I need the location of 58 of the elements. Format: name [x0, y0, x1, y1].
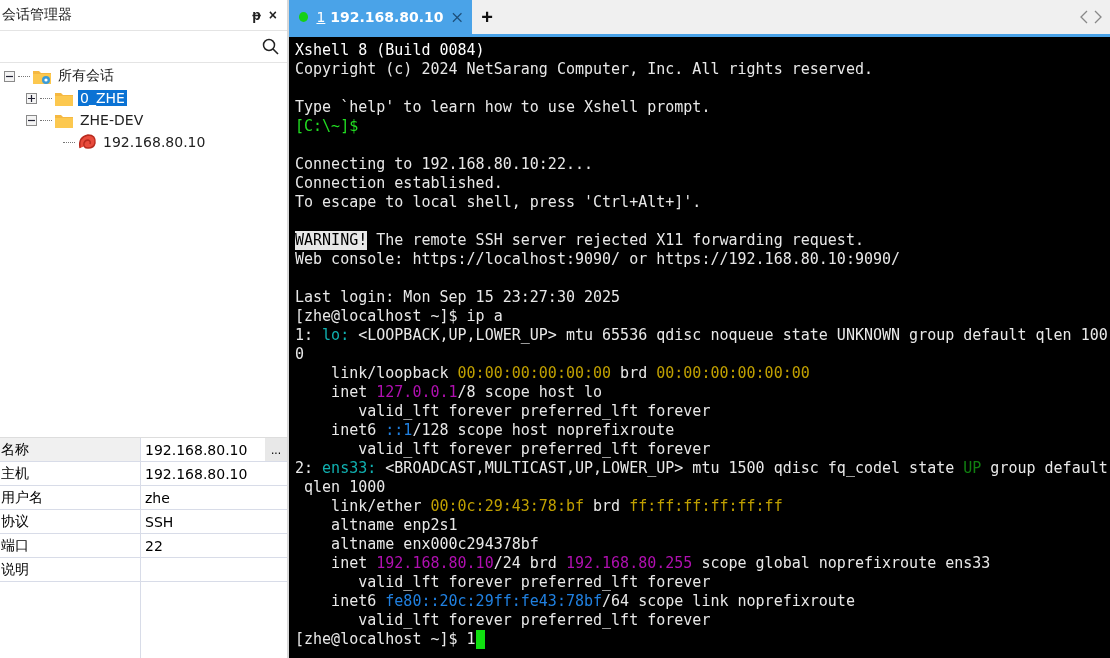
- terminal-line: qlen 1000: [303, 478, 386, 497]
- terminal-line: inet 192.168.80.10/24 brd 192.168.80.255 scope global noprefixroute ens33: [330, 554, 991, 573]
- terminal-line: valid_lft forever preferred_lft forever: [357, 573, 711, 592]
- close-button[interactable]: ×: [264, 7, 281, 23]
- property-value: 192.168.80.10: [141, 462, 287, 486]
- terminal-line: Type `help' to learn how to use Xshell prompt.: [295, 98, 711, 117]
- tree-item[interactable]: 0_ZHE: [78, 90, 127, 106]
- terminal-line: Last login: Mon Sep 15 23:27:30 2025: [295, 288, 621, 307]
- search-icon[interactable]: [262, 38, 279, 55]
- tree-item[interactable]: 192.168.80.10: [101, 134, 208, 150]
- pin-button[interactable]: ᵽ: [248, 7, 265, 23]
- close-icon[interactable]: [451, 11, 462, 23]
- tree-item[interactable]: 所有会话: [56, 67, 116, 85]
- expand-button[interactable]: [26, 92, 37, 104]
- property-value: zhe: [141, 486, 287, 510]
- terminal-line: 2: ens33: <BROADCAST,MULTICAST,UP,LOWER_UP> mtu 1500 qdisc fq_codel state UP group default: [295, 459, 1108, 478]
- spiral-icon: [77, 133, 97, 151]
- terminal-line: Web console: https://localhost:9090/ or https://192.168.80.10:9090/: [295, 250, 901, 269]
- collapse-button[interactable]: [26, 114, 37, 126]
- terminal-line: altname enp2s1: [330, 516, 458, 535]
- tree-item[interactable]: ZHE-DEV: [78, 112, 146, 128]
- panel-title: 会话管理器: [2, 6, 73, 24]
- terminal-line: Copyright (c) 2024 NetSarang Computer, Inc. All rights reserved.: [295, 60, 873, 79]
- terminal-line: 0: [295, 345, 305, 364]
- chevron-left-icon[interactable]: [1080, 10, 1088, 24]
- terminal-line: Connection established.: [295, 174, 503, 193]
- terminal-line: valid_lft forever preferred_lft forever: [357, 611, 711, 630]
- chevron-right-icon[interactable]: [1094, 10, 1102, 24]
- property-name: 名称: [0, 438, 141, 462]
- property-name: 主机: [0, 462, 141, 486]
- terminal[interactable]: [289, 37, 1110, 658]
- terminal-line: Xshell 8 (Build 0084): [295, 41, 485, 60]
- terminal-line: inet6 ::1/128 scope host noprefixroute: [330, 421, 675, 440]
- property-name: 用户名: [0, 486, 141, 510]
- terminal-line: valid_lft forever preferred_lft forever: [357, 440, 711, 459]
- property-name: 说明: [0, 558, 141, 582]
- terminal-line: valid_lft forever preferred_lft forever: [357, 402, 711, 421]
- terminal-line: To escape to local shell, press 'Ctrl+Alt+]'.: [295, 193, 702, 212]
- property-name: 端口: [0, 534, 141, 558]
- terminal-line: 1: lo: <LOOPBACK,UP,LOWER_UP> mtu 65536 qdisc noqueue state UNKNOWN group default qlen 100: [295, 326, 1108, 345]
- terminal-line: link/loopback 00:00:00:00:00:00 brd 00:00:00:00:00:00: [330, 364, 810, 383]
- property-value: 22: [141, 534, 287, 558]
- plus-icon: [28, 94, 35, 102]
- terminal-line: inet 127.0.0.1/8 scope host lo: [330, 383, 603, 402]
- new-tab-button[interactable]: +: [472, 0, 502, 34]
- terminal-line: WARNING! The remote SSH server rejected X11 forwarding request.: [295, 231, 864, 250]
- collapse-button[interactable]: [4, 70, 15, 82]
- terminal-line: [zhe@localhost ~]$ ip a: [295, 307, 503, 326]
- terminal-line: Connecting to 192.168.80.10:22...: [295, 155, 593, 174]
- browse-button[interactable]: ...: [265, 438, 287, 461]
- terminal-line: [C:\~]$: [295, 117, 359, 136]
- property-name: 协议: [0, 510, 141, 534]
- terminal-line: inet6 fe80::20c:29ff:fe43:78bf/64 scope link noprefixroute: [330, 592, 855, 611]
- terminal-line: link/ether 00:0c:29:43:78:bf brd ff:ff:ff:ff:ff:ff: [330, 497, 783, 516]
- terminal-line: altname enx000c294378bf: [330, 535, 539, 554]
- property-value: SSH: [141, 510, 287, 534]
- property-value: 192.168.80.10 ...: [141, 438, 287, 462]
- terminal-line: [zhe@localhost ~]$ 1: [295, 630, 476, 649]
